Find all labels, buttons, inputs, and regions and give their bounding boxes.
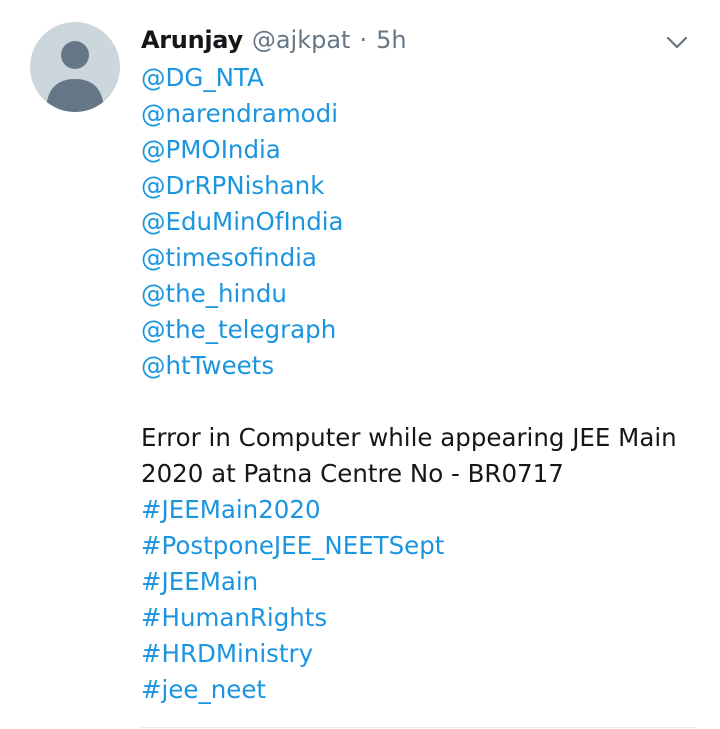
tweet: Arunjay @ajkpat · 5h @DG_NTA @narendramo… <box>0 0 720 729</box>
hashtag-link[interactable]: #HRDMinistry <box>141 636 711 672</box>
mention-link[interactable]: @htTweets <box>141 348 711 384</box>
hashtag-link[interactable]: #HumanRights <box>141 600 711 636</box>
hashtag-link[interactable]: #PostponeJEE_NEETSept <box>141 528 711 564</box>
avatar[interactable] <box>30 22 120 112</box>
mention-link[interactable]: @narendramodi <box>141 96 711 132</box>
tweet-menu-button[interactable] <box>663 30 691 54</box>
default-profile-avatar-icon <box>46 41 104 112</box>
mention-link[interactable]: @EduMinOfIndia <box>141 204 711 240</box>
hashtag-link[interactable]: #JEEMain2020 <box>141 492 711 528</box>
mention-link[interactable]: @the_hindu <box>141 276 711 312</box>
mention-link[interactable]: @DrRPNishank <box>141 168 711 204</box>
tweet-divider <box>141 727 696 728</box>
mention-link[interactable]: @DG_NTA <box>141 60 711 96</box>
author-display-name[interactable]: Arunjay <box>141 26 243 54</box>
tweet-timestamp[interactable]: 5h <box>376 26 406 54</box>
tweet-text: @DG_NTA @narendramodi @PMOIndia @DrRPNis… <box>141 60 711 708</box>
separator-dot: · <box>359 26 368 54</box>
author-handle[interactable]: @ajkpat <box>252 26 351 54</box>
mention-link[interactable]: @PMOIndia <box>141 132 711 168</box>
mention-link[interactable]: @the_telegraph <box>141 312 711 348</box>
message-line: Error in Computer while appearing JEE Ma… <box>141 423 677 452</box>
chevron-down-icon <box>666 36 688 49</box>
tweet-header: Arunjay @ajkpat · 5h <box>141 22 407 58</box>
mention-link[interactable]: @timesofindia <box>141 240 711 276</box>
message-line: 2020 at Patna Centre No - BR0717 <box>141 459 564 488</box>
hashtag-link[interactable]: #JEEMain <box>141 564 711 600</box>
hashtag-link[interactable]: #jee_neet <box>141 672 711 708</box>
